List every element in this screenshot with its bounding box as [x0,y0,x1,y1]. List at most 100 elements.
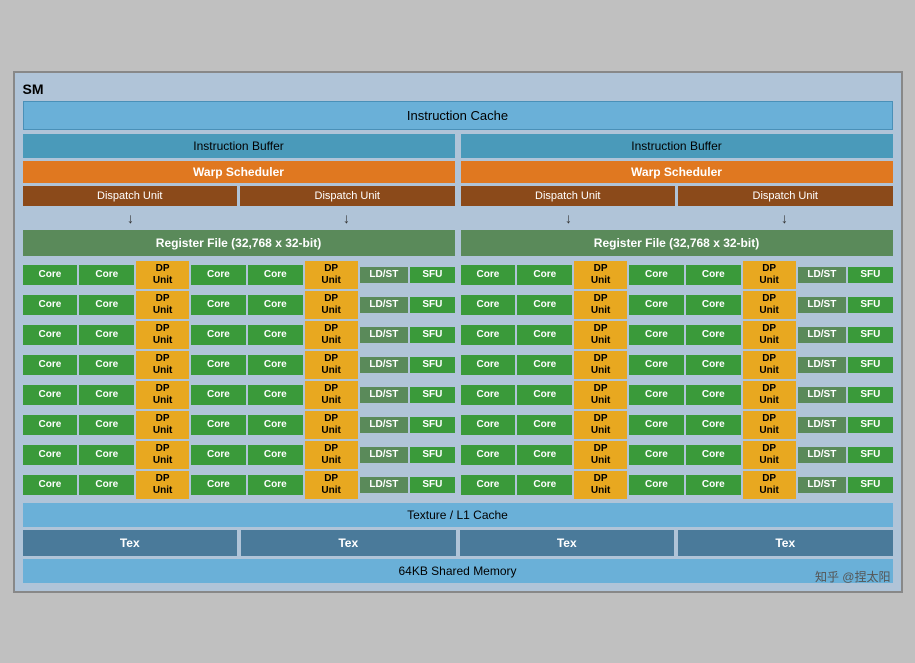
sfu-cell: SFU [848,477,892,493]
core-cell: Core [79,415,134,435]
core-cell: Core [686,385,741,405]
ldst-cell: LD/ST [360,447,409,463]
dp-unit-cell: DP Unit [574,471,627,499]
dp-unit-cell: DP Unit [743,261,796,289]
core-cell: Core [79,325,134,345]
left-core-grid: CoreCoreDP UnitCoreCoreDP UnitLD/STSFUCo… [23,261,455,499]
dp-unit-cell: DP Unit [136,441,189,469]
right-dispatch-row: Dispatch Unit Dispatch Unit [461,186,893,206]
core-cell: Core [191,445,246,465]
core-cell: Core [686,355,741,375]
right-register-file: Register File (32,768 x 32-bit) [461,230,893,256]
core-cell: Core [79,385,134,405]
sfu-cell: SFU [410,267,454,283]
core-row: CoreCoreDP UnitCoreCoreDP UnitLD/STSFU [461,291,893,319]
bottom-section: Texture / L1 Cache Tex Tex Tex Tex 64KB … [23,503,893,583]
core-cell: Core [248,445,303,465]
sm-label: SM [23,81,893,97]
core-cell: Core [629,385,684,405]
core-cell: Core [23,325,78,345]
dp-unit-cell: DP Unit [136,351,189,379]
core-row: CoreCoreDP UnitCoreCoreDP UnitLD/STSFU [461,381,893,409]
core-cell: Core [248,415,303,435]
shared-memory: 64KB Shared Memory [23,559,893,583]
ldst-cell: LD/ST [798,387,847,403]
ldst-cell: LD/ST [360,477,409,493]
core-row: CoreCoreDP UnitCoreCoreDP UnitLD/STSFU [23,381,455,409]
two-columns: Instruction Buffer Warp Scheduler Dispat… [23,134,893,499]
dp-unit-cell: DP Unit [574,381,627,409]
left-dispatch-1: Dispatch Unit [23,186,238,206]
core-row: CoreCoreDP UnitCoreCoreDP UnitLD/STSFU [461,411,893,439]
core-cell: Core [686,475,741,495]
core-cell: Core [191,475,246,495]
dp-unit-cell: DP Unit [743,291,796,319]
sfu-cell: SFU [848,267,892,283]
left-register-file: Register File (32,768 x 32-bit) [23,230,455,256]
right-core-grid: CoreCoreDP UnitCoreCoreDP UnitLD/STSFUCo… [461,261,893,499]
ldst-cell: LD/ST [798,417,847,433]
tex-3: Tex [460,530,675,556]
dp-unit-cell: DP Unit [574,441,627,469]
sfu-cell: SFU [410,357,454,373]
core-cell: Core [517,415,572,435]
left-arrow-2: ↓ [343,210,350,226]
left-half: Instruction Buffer Warp Scheduler Dispat… [23,134,455,499]
core-cell: Core [461,445,516,465]
core-row: CoreCoreDP UnitCoreCoreDP UnitLD/STSFU [461,471,893,499]
dp-unit-cell: DP Unit [574,411,627,439]
ldst-cell: LD/ST [798,297,847,313]
core-cell: Core [461,385,516,405]
sfu-cell: SFU [848,327,892,343]
core-cell: Core [23,265,78,285]
core-cell: Core [517,355,572,375]
dp-unit-cell: DP Unit [574,321,627,349]
core-cell: Core [461,265,516,285]
right-half: Instruction Buffer Warp Scheduler Dispat… [461,134,893,499]
core-row: CoreCoreDP UnitCoreCoreDP UnitLD/STSFU [23,321,455,349]
dp-unit-cell: DP Unit [136,411,189,439]
dp-unit-cell: DP Unit [743,441,796,469]
core-cell: Core [79,355,134,375]
sfu-cell: SFU [410,327,454,343]
core-cell: Core [248,385,303,405]
core-cell: Core [23,445,78,465]
core-row: CoreCoreDP UnitCoreCoreDP UnitLD/STSFU [461,261,893,289]
right-warp-scheduler: Warp Scheduler [461,161,893,183]
sfu-cell: SFU [848,417,892,433]
core-cell: Core [79,475,134,495]
right-dispatch-1: Dispatch Unit [461,186,676,206]
left-instr-buffer: Instruction Buffer [23,134,455,158]
tex-row: Tex Tex Tex Tex [23,530,893,556]
dp-unit-cell: DP Unit [574,351,627,379]
core-cell: Core [461,475,516,495]
core-cell: Core [248,475,303,495]
ldst-cell: LD/ST [360,297,409,313]
dp-unit-cell: DP Unit [136,471,189,499]
core-cell: Core [629,325,684,345]
core-cell: Core [517,475,572,495]
dp-unit-cell: DP Unit [574,261,627,289]
core-cell: Core [517,385,572,405]
core-cell: Core [686,265,741,285]
core-cell: Core [461,355,516,375]
sfu-cell: SFU [410,297,454,313]
core-row: CoreCoreDP UnitCoreCoreDP UnitLD/STSFU [23,441,455,469]
left-arrow-row: ↓ ↓ [23,209,455,227]
core-cell: Core [461,415,516,435]
core-cell: Core [686,325,741,345]
core-row: CoreCoreDP UnitCoreCoreDP UnitLD/STSFU [23,261,455,289]
core-row: CoreCoreDP UnitCoreCoreDP UnitLD/STSFU [23,411,455,439]
sfu-cell: SFU [848,357,892,373]
dp-unit-cell: DP Unit [743,321,796,349]
core-cell: Core [517,325,572,345]
sfu-cell: SFU [410,387,454,403]
dp-unit-cell: DP Unit [305,471,358,499]
left-arrow-1: ↓ [127,210,134,226]
core-cell: Core [191,385,246,405]
core-cell: Core [23,475,78,495]
dp-unit-cell: DP Unit [305,321,358,349]
right-arrow-row: ↓ ↓ [461,209,893,227]
dp-unit-cell: DP Unit [574,291,627,319]
left-dispatch-row: Dispatch Unit Dispatch Unit [23,186,455,206]
